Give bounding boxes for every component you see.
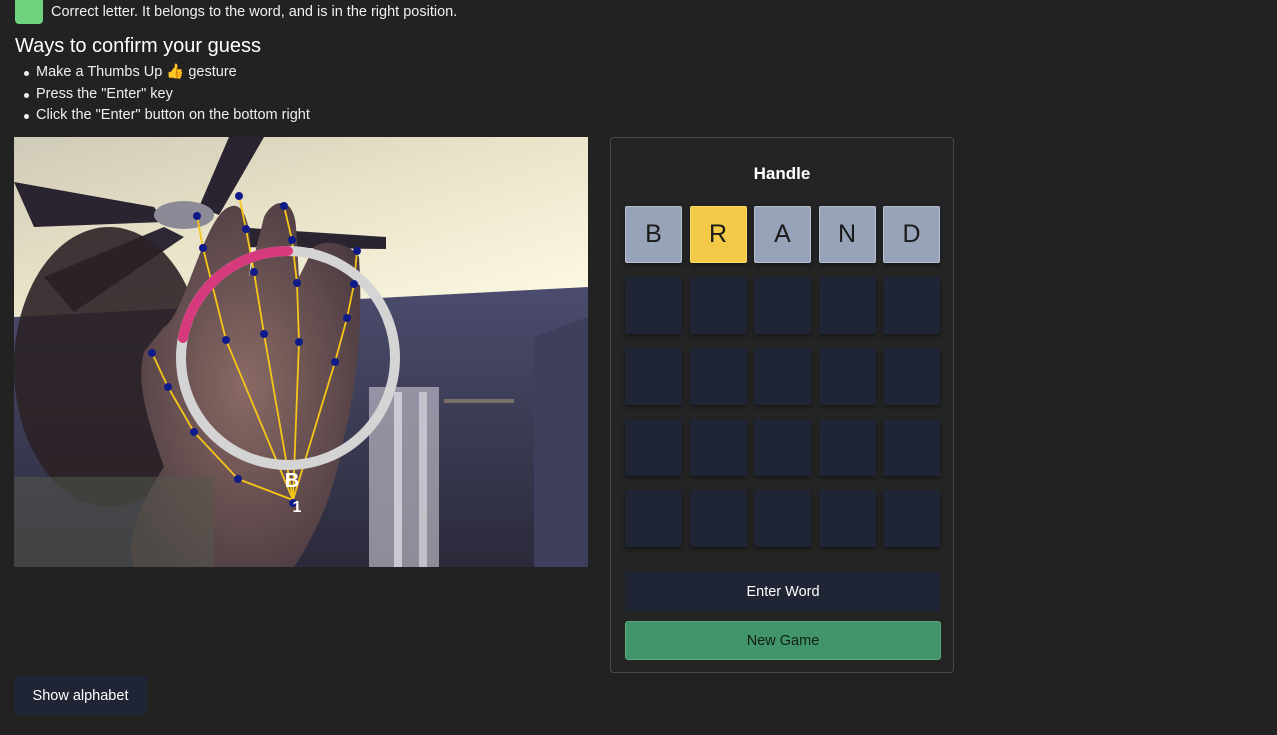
legend-correct-text: Correct letter. It belongs to the word, … (51, 4, 458, 20)
letter-tile (625, 277, 682, 334)
letter-tile (818, 419, 876, 476)
confirm-item: Make a Thumbs Up 👍 gesture (24, 62, 310, 84)
letter-tile: D (883, 206, 940, 263)
letter-tile (689, 348, 747, 405)
guess-row (625, 348, 948, 405)
correct-color-swatch (15, 0, 43, 24)
new-game-button[interactable]: New Game (625, 621, 941, 660)
legend-correct: Correct letter. It belongs to the word, … (15, 0, 457, 24)
webcam-feed: B 1 (14, 137, 588, 567)
game-title: Handle (753, 164, 811, 183)
confirm-item: Click the "Enter" button on the bottom r… (24, 105, 310, 127)
confirm-item: Press the "Enter" key (24, 84, 310, 106)
letter-tile (625, 490, 682, 547)
hold-count: 1 (292, 499, 302, 516)
game-panel: Handle BRAND Enter Word New Game (610, 137, 954, 673)
show-alphabet-button[interactable]: Show alphabet (14, 676, 147, 715)
guess-row: BRAND (625, 206, 948, 263)
letter-tile (689, 490, 747, 547)
letter-tile (818, 490, 876, 547)
enter-word-button[interactable]: Enter Word (625, 572, 941, 611)
letter-tile (625, 419, 682, 476)
letter-tile: R (689, 206, 747, 263)
letter-tile (754, 348, 811, 405)
letter-tile (818, 277, 876, 334)
guess-grid: BRAND (625, 206, 948, 561)
letter-tile: B (625, 206, 682, 263)
letter-tile (625, 348, 682, 405)
letter-tile (689, 419, 747, 476)
detected-letter: B (284, 470, 300, 492)
letter-tile (754, 490, 811, 547)
letter-tile: A (754, 206, 811, 263)
letter-tile (883, 348, 940, 405)
confirm-list: Make a Thumbs Up 👍 gesture Press the "En… (24, 62, 310, 127)
letter-tile: N (818, 206, 876, 263)
letter-tile (689, 277, 747, 334)
letter-tile (883, 419, 940, 476)
guess-row (625, 277, 948, 334)
letter-tile (818, 348, 876, 405)
letter-tile (883, 277, 940, 334)
confirm-heading: Ways to confirm your guess (15, 35, 262, 57)
guess-row (625, 490, 948, 547)
guess-row (625, 419, 948, 476)
letter-tile (883, 490, 940, 547)
letter-tile (754, 277, 811, 334)
letter-tile (754, 419, 811, 476)
